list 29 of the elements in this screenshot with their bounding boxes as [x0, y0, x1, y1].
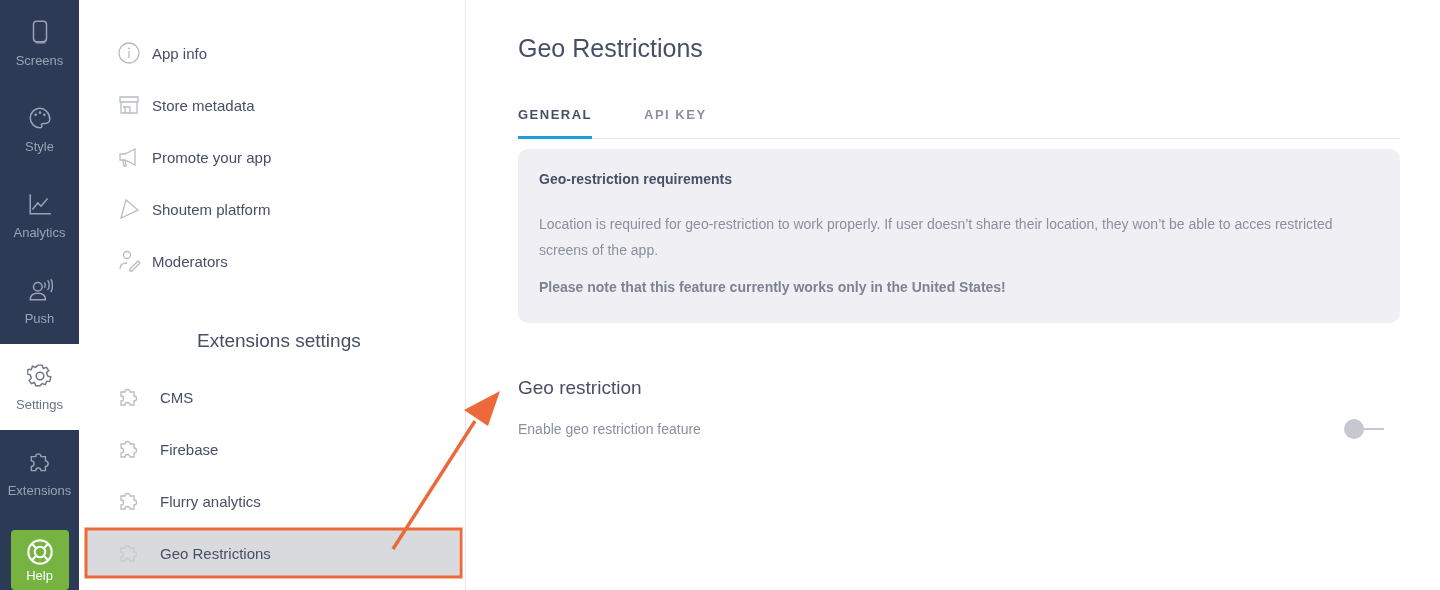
menu-item[interactable]: Store metadata — [87, 80, 459, 130]
lifebuoy-icon — [25, 537, 54, 566]
nav-item[interactable]: Analytics — [0, 172, 79, 258]
triangle-icon — [117, 197, 141, 221]
person-pencil-icon — [117, 249, 141, 273]
menu-item[interactable]: Flurry analytics — [87, 476, 459, 526]
menu-item[interactable]: Shoutem platform — [87, 184, 459, 234]
page-title: Geo Restrictions — [518, 34, 704, 63]
nav-item[interactable]: Settings — [0, 344, 79, 430]
nav-item[interactable]: Screens — [0, 0, 79, 86]
menu-item[interactable]: Promote your app — [87, 132, 459, 182]
tab[interactable]: GENERAL — [518, 107, 593, 139]
menu-item[interactable]: App info — [87, 28, 459, 78]
nav-item[interactable]: Push — [0, 258, 79, 344]
card-title: Geo-restriction requirements — [539, 171, 733, 187]
menu-item[interactable]: Moderators — [87, 236, 459, 286]
store-icon — [117, 93, 141, 117]
settings-icon — [26, 362, 53, 389]
menu-item[interactable]: CMS — [87, 372, 459, 422]
card-note: Please note that this feature currently works only in the United States! — [539, 279, 1007, 295]
menu-item[interactable]: Firebase — [87, 424, 459, 474]
nav-item[interactable]: Style — [0, 86, 79, 172]
info-icon — [117, 41, 141, 65]
section-heading: Extensions settings — [197, 330, 361, 352]
nav-item[interactable]: Extensions — [0, 430, 79, 516]
toggle-switch[interactable] — [1344, 419, 1384, 439]
setting-label: Enable geo restriction feature — [518, 421, 701, 437]
card-text: Location is required for geo-restriction to work properly. If user doesn’t share their location, they won’t be able to acces restricted screens of the app. — [539, 215, 1334, 260]
section-title: Geo restriction — [518, 377, 643, 399]
